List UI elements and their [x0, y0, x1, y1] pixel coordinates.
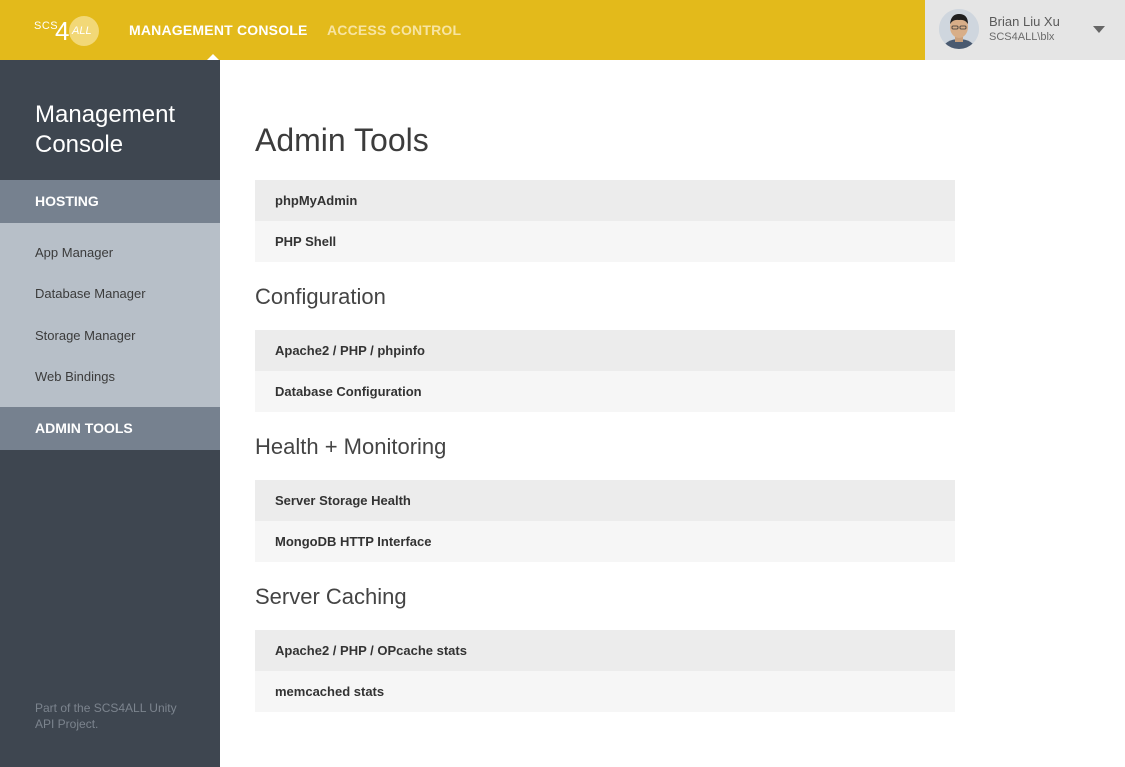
main-content: Admin Tools phpMyAdmin PHP Shell Configu… [220, 60, 1125, 767]
sidebar-section-hosting[interactable]: HOSTING [0, 180, 220, 223]
tool-link-mongodb-http-interface[interactable]: MongoDB HTTP Interface [255, 521, 955, 562]
section-title-configuration: Configuration [255, 284, 386, 309]
tool-link-database-configuration[interactable]: Database Configuration [255, 371, 955, 412]
user-name: Brian Liu Xu [989, 14, 1060, 29]
sidebar: Management Console HOSTING App Manager D… [0, 60, 220, 767]
sidebar-item-web-bindings[interactable]: Web Bindings [35, 369, 115, 384]
sidebar-footer: Part of the SCS4ALL Unity API Project. [35, 701, 177, 731]
logo-four-text: 4 [55, 16, 70, 46]
avatar[interactable] [939, 9, 979, 49]
tool-link-memcached-stats[interactable]: memcached stats [255, 671, 955, 712]
tool-link-phpinfo[interactable]: Apache2 / PHP / phpinfo [255, 330, 955, 371]
tool-link-phpmyadmin[interactable]: phpMyAdmin [255, 180, 955, 221]
sidebar-item-storage-manager[interactable]: Storage Manager [35, 328, 135, 343]
section-title-health-monitoring: Health + Monitoring [255, 434, 447, 459]
top-bar: SCS 4 ALL MANAGEMENT CONSOLE ACCESS CONT… [0, 0, 1125, 60]
page-title: Admin Tools [255, 122, 429, 158]
section-title-server-caching: Server Caching [255, 584, 407, 609]
sidebar-item-database-manager[interactable]: Database Manager [35, 286, 146, 301]
tool-link-opcache-stats[interactable]: Apache2 / PHP / OPcache stats [255, 630, 955, 671]
tool-link-php-shell[interactable]: PHP Shell [255, 221, 955, 262]
scs4all-logo[interactable]: SCS 4 ALL [34, 14, 104, 48]
sidebar-section-admin-tools[interactable]: ADMIN TOOLS [0, 407, 220, 450]
sidebar-item-app-manager[interactable]: App Manager [35, 245, 113, 260]
sidebar-title: Management Console [35, 101, 176, 158]
nav-management-console[interactable]: MANAGEMENT CONSOLE [129, 0, 308, 60]
nav-access-control[interactable]: ACCESS CONTROL [327, 0, 461, 60]
sidebar-hosting-list: App Manager Database Manager Storage Man… [0, 223, 220, 407]
tool-link-server-storage-health[interactable]: Server Storage Health [255, 480, 955, 521]
user-menu[interactable]: Brian Liu Xu SCS4ALL\blx [925, 0, 1125, 60]
logo-all-text: ALL [72, 25, 92, 37]
user-login: SCS4ALL\blx [989, 31, 1055, 43]
chevron-down-icon[interactable] [1093, 26, 1105, 33]
